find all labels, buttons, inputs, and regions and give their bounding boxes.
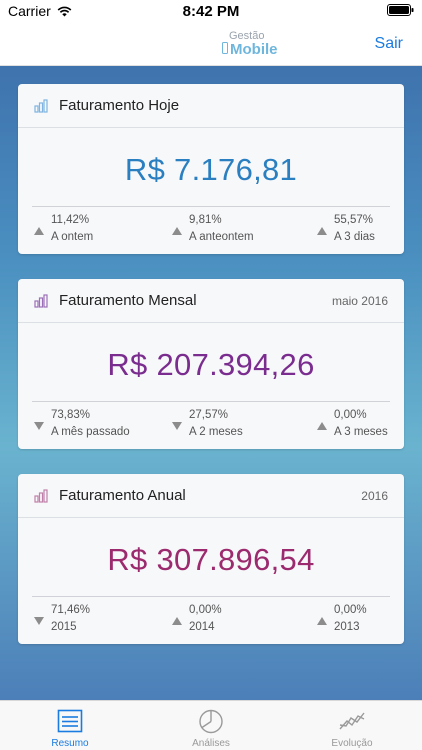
card-value: R$ 207.394,26 <box>107 347 315 382</box>
bar-chart-icon <box>34 294 48 308</box>
card-header: Faturamento Anual 2016 <box>18 474 404 518</box>
bar-chart-icon <box>34 99 48 113</box>
line-chart-icon <box>338 707 366 735</box>
tab-bar: Resumo Análises Evolução <box>0 700 422 750</box>
arrow-up-icon <box>317 422 327 430</box>
tab-label: Análises <box>192 738 230 749</box>
tab-analises[interactable]: Análises <box>141 701 281 750</box>
arrow-down-icon <box>34 617 44 625</box>
stat-label: 2013 <box>334 621 360 633</box>
stat-percent: 0,00% <box>189 604 222 616</box>
stat-label: A 2 meses <box>189 426 243 438</box>
stat-label: A ontem <box>51 231 94 243</box>
stat-percent: 55,57% <box>334 214 374 226</box>
card-title: Faturamento Mensal <box>59 292 197 309</box>
navigation-bar: Gestão Mobile Sair <box>0 22 422 66</box>
arrow-up-icon <box>172 617 182 625</box>
dashboard-content: Faturamento Hoje R$ 7.176,81 11,42% A on… <box>0 66 422 700</box>
list-icon <box>56 707 84 735</box>
app-logo: Gestão Mobile <box>222 30 292 60</box>
tab-evolucao[interactable]: Evolução <box>282 701 422 750</box>
stat-percent: 27,57% <box>189 409 229 421</box>
stat-percent: 0,00% <box>334 604 367 616</box>
card-title: Faturamento Hoje <box>59 97 180 114</box>
stat-percent: 9,81% <box>189 214 222 226</box>
stat-label: 2015 <box>51 621 77 633</box>
stats-row: 11,42% A ontem 9,81% A anteontem 55,57% … <box>18 211 404 251</box>
arrow-up-icon <box>317 617 327 625</box>
card-period: maio 2016 <box>331 294 388 308</box>
arrow-down-icon <box>34 422 44 430</box>
stat-label: 2014 <box>189 621 215 633</box>
card-faturamento-hoje[interactable]: Faturamento Hoje R$ 7.176,81 11,42% A on… <box>18 84 404 254</box>
card-value: R$ 7.176,81 <box>124 152 298 187</box>
status-bar: Carrier 8:42 PM <box>0 0 422 22</box>
stat-percent: 71,46% <box>51 604 91 616</box>
stat-percent: 0,00% <box>334 409 367 421</box>
divider <box>32 206 390 207</box>
logo-bottom-text: Mobile <box>230 41 278 58</box>
logout-button[interactable]: Sair <box>375 35 403 53</box>
card-faturamento-mensal[interactable]: Faturamento Mensal maio 2016 R$ 207.394,… <box>18 279 404 449</box>
status-right <box>387 4 414 16</box>
stats-row: 73,83% A mês passado 27,57% A 2 meses 0,… <box>18 406 404 446</box>
stat-percent: 11,42% <box>51 214 90 226</box>
card-header: Faturamento Hoje <box>18 84 404 128</box>
tab-resumo[interactable]: Resumo <box>0 701 140 750</box>
arrow-up-icon <box>34 227 44 235</box>
phone-icon <box>222 42 228 54</box>
arrow-up-icon <box>172 227 182 235</box>
card-header: Faturamento Mensal maio 2016 <box>18 279 404 323</box>
divider <box>32 596 390 597</box>
stat-label: A anteontem <box>189 231 254 243</box>
stat-label: A 3 meses <box>334 426 388 438</box>
battery-icon <box>387 4 414 16</box>
card-faturamento-anual[interactable]: Faturamento Anual 2016 R$ 307.896,54 71,… <box>18 474 404 644</box>
arrow-down-icon <box>172 422 182 430</box>
stat-percent: 73,83% <box>51 409 91 421</box>
tab-label: Resumo <box>51 738 89 749</box>
card-period: 2016 <box>361 489 388 503</box>
arrow-up-icon <box>317 227 327 235</box>
stat-label: A mês passado <box>51 426 130 438</box>
tab-label: Evolução <box>331 738 373 749</box>
divider <box>32 401 390 402</box>
bar-chart-icon <box>34 489 48 503</box>
card-value: R$ 307.896,54 <box>107 542 315 577</box>
stats-row: 71,46% 2015 0,00% 2014 0,00% 2013 <box>18 601 404 641</box>
card-title: Faturamento Anual <box>59 487 186 504</box>
status-time: 8:42 PM <box>182 3 240 20</box>
pie-chart-icon <box>197 707 225 735</box>
stat-label: A 3 dias <box>334 231 375 243</box>
